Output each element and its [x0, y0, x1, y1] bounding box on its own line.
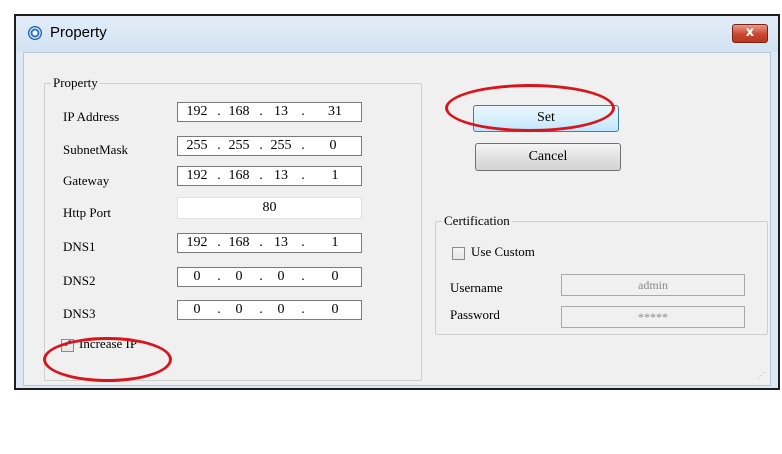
octet: 0 [331, 302, 339, 317]
dns3-input[interactable]: 0 . 0 . 0 . 0 [177, 300, 362, 320]
certification-groupbox: Certification Use Custom Username admin … [435, 213, 768, 335]
increase-ip-highlight [43, 337, 172, 382]
octet: 255 [270, 138, 292, 153]
property-group-title: Property [51, 75, 100, 91]
octet: 13 [274, 104, 288, 119]
octet-separator: . [301, 138, 305, 153]
octet: 192 [186, 235, 208, 250]
property-dialog: Property x Property IP Address 192 . 168… [14, 14, 780, 390]
octet: 0 [277, 269, 285, 284]
dns2-label: DNS2 [63, 273, 96, 288]
octet: 168 [228, 235, 250, 250]
octet: 0 [235, 302, 243, 317]
octet-separator: . [217, 269, 221, 284]
title-bar[interactable]: Property x [16, 16, 778, 52]
subnet-mask-label: SubnetMask [63, 142, 128, 157]
octet-separator: . [217, 302, 221, 317]
octet: 192 [186, 168, 208, 183]
octet: 255 [186, 138, 208, 153]
ip-address-label: IP Address [63, 109, 120, 124]
octet-separator: . [217, 235, 221, 250]
octet: 168 [228, 168, 250, 183]
app-icon [28, 26, 42, 40]
octet: 192 [186, 104, 208, 119]
octet: 13 [274, 168, 288, 183]
certification-group-title: Certification [442, 213, 512, 229]
octet-separator: . [259, 302, 263, 317]
password-input[interactable]: ***** [561, 306, 745, 328]
octet: 0 [193, 302, 201, 317]
octet-separator: . [259, 168, 263, 183]
cancel-button[interactable]: Cancel [475, 143, 621, 171]
octet: 0 [277, 302, 285, 317]
window-title: Property [50, 24, 107, 41]
octet-separator: . [301, 269, 305, 284]
password-label: Password [450, 307, 500, 322]
http-port-input[interactable]: 80 [177, 197, 362, 219]
octet-separator: . [259, 269, 263, 284]
octet: 0 [329, 138, 337, 153]
octet: 0 [193, 269, 201, 284]
subnet-mask-input[interactable]: 255 . 255 . 255 . 0 [177, 136, 362, 156]
octet: 1 [331, 235, 339, 250]
gateway-label: Gateway [63, 173, 110, 188]
set-button-highlight [445, 84, 615, 132]
octet: 168 [228, 104, 250, 119]
octet-separator: . [301, 104, 305, 119]
octet-separator: . [259, 104, 263, 119]
username-input[interactable]: admin [561, 274, 745, 296]
octet: 13 [274, 235, 288, 250]
resize-grip[interactable]: ⋰ [757, 372, 767, 382]
octet-separator: . [301, 302, 305, 317]
gateway-input[interactable]: 192 . 168 . 13 . 1 [177, 166, 362, 186]
close-button[interactable]: x [732, 24, 768, 43]
dns1-label: DNS1 [63, 239, 96, 254]
use-custom-label: Use Custom [471, 244, 535, 259]
octet-separator: . [217, 168, 221, 183]
dialog-body: Property IP Address 192 . 168 . 13 . 31 … [23, 52, 771, 386]
http-port-label: Http Port [63, 205, 112, 220]
octet: 255 [228, 138, 250, 153]
octet-separator: . [259, 235, 263, 250]
octet-separator: . [217, 104, 221, 119]
octet: 1 [331, 168, 339, 183]
username-label: Username [450, 280, 503, 295]
dns2-input[interactable]: 0 . 0 . 0 . 0 [177, 267, 362, 287]
octet: 31 [328, 104, 342, 119]
octet-separator: . [301, 235, 305, 250]
ip-address-input[interactable]: 192 . 168 . 13 . 31 [177, 102, 362, 122]
octet-separator: . [217, 138, 221, 153]
dns1-input[interactable]: 192 . 168 . 13 . 1 [177, 233, 362, 253]
octet: 0 [331, 269, 339, 284]
octet-separator: . [301, 168, 305, 183]
dns3-label: DNS3 [63, 306, 96, 321]
octet-separator: . [259, 138, 263, 153]
octet: 0 [235, 269, 243, 284]
use-custom-checkbox[interactable] [452, 247, 465, 260]
